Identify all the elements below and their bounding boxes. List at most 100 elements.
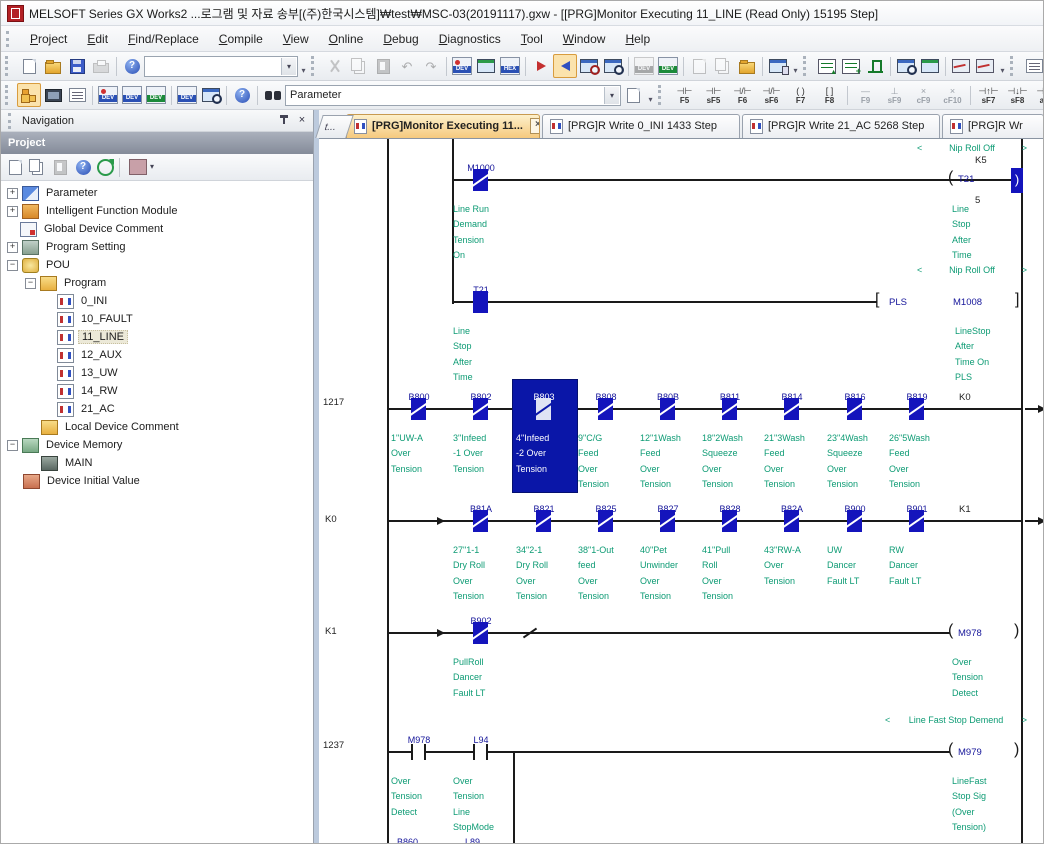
- expand-icon[interactable]: [7, 242, 18, 253]
- save-project-button[interactable]: [65, 54, 89, 78]
- watch-window-2-button[interactable]: [973, 54, 997, 78]
- find-button[interactable]: [261, 83, 285, 107]
- chevron-down-icon[interactable]: ▾: [281, 58, 296, 75]
- property-button[interactable]: [72, 157, 94, 178]
- pls-device-m1008[interactable]: M1008: [953, 297, 982, 308]
- toolbar-grip[interactable]: [803, 56, 811, 76]
- output-window-button[interactable]: [65, 83, 89, 107]
- stop-monitor-button[interactable]: [863, 54, 887, 78]
- menu-debug[interactable]: Debug: [373, 29, 428, 49]
- tree-item-10-fault[interactable]: 10_FAULT: [1, 310, 313, 328]
- tree-item-local-device-comment[interactable]: Local Device Comment: [1, 418, 313, 436]
- horizontal-line-button[interactable]: —F9: [851, 83, 880, 107]
- device-find-button[interactable]: [199, 83, 223, 107]
- closed-contact-button[interactable]: ⊣/⊢F6: [728, 83, 757, 107]
- nc-contact-b828[interactable]: [722, 510, 737, 532]
- device-comment-write-button[interactable]: DEV: [656, 54, 680, 78]
- closed-branch-button[interactable]: ⊣/⊢sF6: [757, 83, 786, 107]
- project-section-header[interactable]: Project: [1, 132, 313, 154]
- toolbar-grip[interactable]: [1010, 56, 1018, 76]
- device-display-button[interactable]: DEV: [175, 83, 199, 107]
- nc-contact-b821[interactable]: [536, 510, 551, 532]
- tree-item-14-rw[interactable]: 14_RW: [1, 382, 313, 400]
- collapse-icon[interactable]: [7, 440, 18, 451]
- toolbar-overflow-icon[interactable]: ▾: [645, 84, 656, 106]
- coil-button[interactable]: ( )F7: [786, 83, 815, 107]
- program-verify-button[interactable]: [711, 54, 735, 78]
- open-contact-button[interactable]: ⊣⊢F5: [670, 83, 699, 107]
- device-batch-monitor-button[interactable]: [894, 54, 918, 78]
- chevron-down-icon[interactable]: ▾: [604, 87, 619, 104]
- tree-item-13-uw[interactable]: 13_UW: [1, 364, 313, 382]
- menu-project[interactable]: Project: [20, 29, 77, 49]
- watch-window-1-button[interactable]: [949, 54, 973, 78]
- verify-with-plc-button[interactable]: [577, 54, 601, 78]
- toolbar-overflow-icon[interactable]: ▾: [298, 55, 309, 77]
- navigation-window-button[interactable]: [17, 83, 41, 107]
- device-note-button[interactable]: DEV: [144, 83, 168, 107]
- nc-contact-b81a[interactable]: [473, 510, 488, 532]
- coil-m979[interactable]: M979: [958, 747, 982, 758]
- tab-write-21-ac[interactable]: [PRG]R Write 21_AC 5268 Step: [742, 114, 940, 138]
- coil-m978[interactable]: M978: [958, 628, 982, 639]
- tree-item-pou[interactable]: POU: [1, 256, 313, 274]
- copy-item-button[interactable]: [26, 157, 48, 178]
- tree-item-12-aux[interactable]: 12_AUX: [1, 346, 313, 364]
- device-statement-button[interactable]: DEV: [120, 83, 144, 107]
- nc-contact-b811[interactable]: [722, 398, 737, 420]
- redo-button[interactable]: ↷: [419, 54, 443, 78]
- function-block-button[interactable]: [41, 83, 65, 107]
- paste-button[interactable]: [371, 54, 395, 78]
- tree-item-device-initial-value[interactable]: Device Initial Value: [1, 472, 313, 490]
- rising-pulse-button[interactable]: ⊣↑⊢sF7: [974, 83, 1003, 107]
- start-monitor-button[interactable]: [839, 54, 863, 78]
- data-transfer-combo[interactable]: ▾: [144, 56, 298, 77]
- nc-contact-b900[interactable]: [847, 510, 862, 532]
- pls-instruction[interactable]: PLS: [889, 297, 907, 308]
- vertical-line-button[interactable]: ⊥sF9: [880, 83, 909, 107]
- entry-data-monitor-button[interactable]: [918, 54, 942, 78]
- nc-contact-m1000[interactable]: [473, 169, 488, 191]
- parameter-doc-button[interactable]: [735, 54, 759, 78]
- remote-operation-button[interactable]: [601, 54, 625, 78]
- start-monitor-all-button[interactable]: [815, 54, 839, 78]
- menu-tool[interactable]: Tool: [511, 29, 553, 49]
- toolbar-grip[interactable]: [5, 56, 13, 76]
- copy-button[interactable]: [347, 54, 371, 78]
- nc-contact-b802[interactable]: [473, 398, 488, 420]
- program-check-button[interactable]: [687, 54, 711, 78]
- refresh-icon[interactable]: [94, 157, 116, 178]
- toolbar-overflow-icon[interactable]: ▾: [997, 55, 1008, 77]
- toolbar-grip[interactable]: [658, 85, 666, 105]
- rising-pulse-branch-button[interactable]: ⊣↑⊢aF7: [1032, 83, 1044, 107]
- menu-view[interactable]: View: [273, 29, 319, 49]
- nc-contact-b825[interactable]: [598, 510, 613, 532]
- ladder-canvas[interactable]: Nip Roll Off M1000 Line Run Demand Tensi…: [319, 139, 1044, 844]
- help-button[interactable]: [120, 54, 144, 78]
- nc-contact-b827[interactable]: [660, 510, 675, 532]
- collapse-icon[interactable]: [7, 260, 18, 271]
- close-icon[interactable]: ×: [295, 114, 309, 128]
- read-from-plc-button[interactable]: [553, 54, 577, 78]
- nc-contact-b902[interactable]: [473, 622, 488, 644]
- delete-vertical-line-button[interactable]: ×cF10: [938, 83, 967, 107]
- no-contact-l94[interactable]: [486, 744, 488, 760]
- new-item-button[interactable]: [4, 157, 26, 178]
- tree-item-0-ini[interactable]: 0_INI: [1, 292, 313, 310]
- toolbar-overflow-icon[interactable]: ▾: [790, 55, 801, 77]
- tree-item-program[interactable]: Program: [1, 274, 313, 292]
- nc-contact-b901[interactable]: [909, 510, 924, 532]
- tree-item-parameter[interactable]: Parameter: [1, 184, 313, 202]
- sort-filter-button[interactable]: [123, 157, 153, 178]
- device-monitor-button[interactable]: [474, 54, 498, 78]
- no-contact-m978[interactable]: [411, 744, 413, 760]
- tree-item-global-device-comment[interactable]: Global Device Comment: [1, 220, 313, 238]
- device-comment-edit-button[interactable]: DEV: [450, 54, 474, 78]
- device-comment-read-button[interactable]: DEV: [632, 54, 656, 78]
- nc-contact-b819[interactable]: [909, 398, 924, 420]
- cut-button[interactable]: [323, 54, 347, 78]
- help-button-2[interactable]: [230, 83, 254, 107]
- menu-find-replace[interactable]: Find/Replace: [118, 29, 209, 49]
- menu-online[interactable]: Online: [319, 29, 374, 49]
- tree-item-main[interactable]: MAIN: [1, 454, 313, 472]
